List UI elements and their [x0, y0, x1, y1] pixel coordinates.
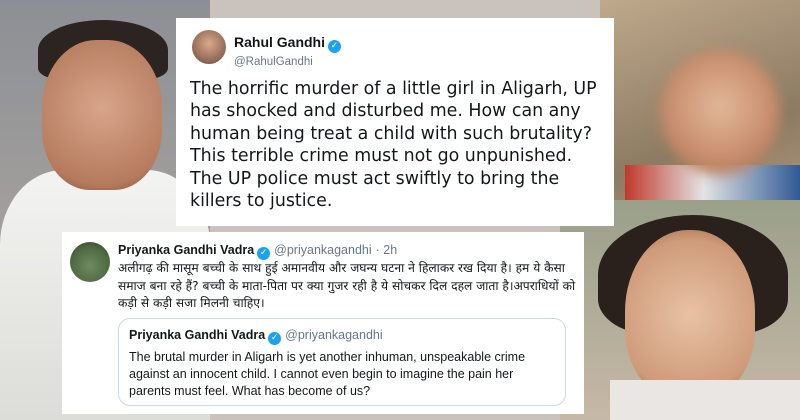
man-portrait — [42, 40, 162, 190]
avatar[interactable] — [70, 242, 110, 282]
tweet-text: The horrific murder of a little girl in … — [190, 79, 597, 212]
author-handle[interactable]: @RahulGandhi — [234, 56, 341, 68]
avatar[interactable] — [192, 30, 226, 64]
tweet-card-priyanka: Priyanka Gandhi Vadra ✓ @priyankagandhi ·… — [62, 232, 584, 414]
tweet-text: अलीगढ़ की मासूम बच्ची के साथ हुई अमानवीय… — [118, 261, 576, 310]
tweet-header: Rahul Gandhi ✓ @RahulGandhi — [234, 32, 341, 68]
blurred-face — [660, 50, 780, 175]
verified-icon: ✓ — [268, 332, 282, 345]
woman-portrait — [625, 230, 755, 400]
author-name[interactable]: Priyanka Gandhi Vadra — [118, 243, 254, 257]
author-name[interactable]: Rahul Gandhi — [234, 34, 325, 50]
author-handle[interactable]: @priyankagandhi — [274, 243, 371, 257]
tweet-time[interactable]: · 2h — [376, 243, 398, 257]
quoted-tweet-text: The brutal murder in Aligarh is yet anot… — [129, 350, 526, 398]
verified-icon: ✓ — [257, 247, 271, 260]
quoted-tweet-header: Priyanka Gandhi Vadra ✓ @priyankagandhi — [129, 327, 555, 345]
tweet-header: Priyanka Gandhi Vadra ✓ @priyankagandhi ·… — [118, 242, 397, 260]
quoted-author-name: Priyanka Gandhi Vadra — [129, 328, 266, 342]
tweet-card-rahul: Rahul Gandhi ✓ @RahulGandhi The horrific … — [176, 18, 614, 226]
quoted-author-handle: @priyankagandhi — [285, 328, 383, 342]
quoted-tweet[interactable]: Priyanka Gandhi Vadra ✓ @priyankagandhi T… — [118, 318, 566, 406]
woman-shirt — [610, 380, 800, 420]
verified-icon: ✓ — [328, 40, 341, 53]
